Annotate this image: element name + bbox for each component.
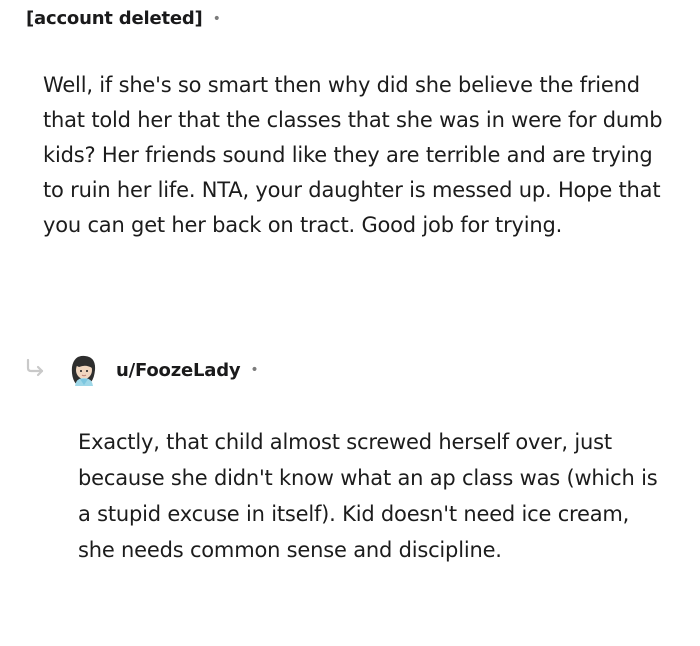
- parent-comment-header: [account deleted] •: [26, 8, 221, 29]
- reply-comment-header: u/FoozeLady •: [24, 348, 259, 392]
- metadata-separator: •: [250, 362, 259, 378]
- parent-comment-body: Well, if she's so smart then why did she…: [43, 73, 663, 237]
- parent-comment-author[interactable]: [account deleted]: [26, 8, 203, 29]
- reply-arrow-icon: [24, 356, 64, 384]
- reply-comment-body: Exactly, that child almost screwed herse…: [78, 430, 658, 562]
- reply-comment-author[interactable]: u/FoozeLady: [116, 360, 241, 381]
- user-avatar[interactable]: [64, 351, 102, 389]
- metadata-separator: •: [212, 10, 221, 27]
